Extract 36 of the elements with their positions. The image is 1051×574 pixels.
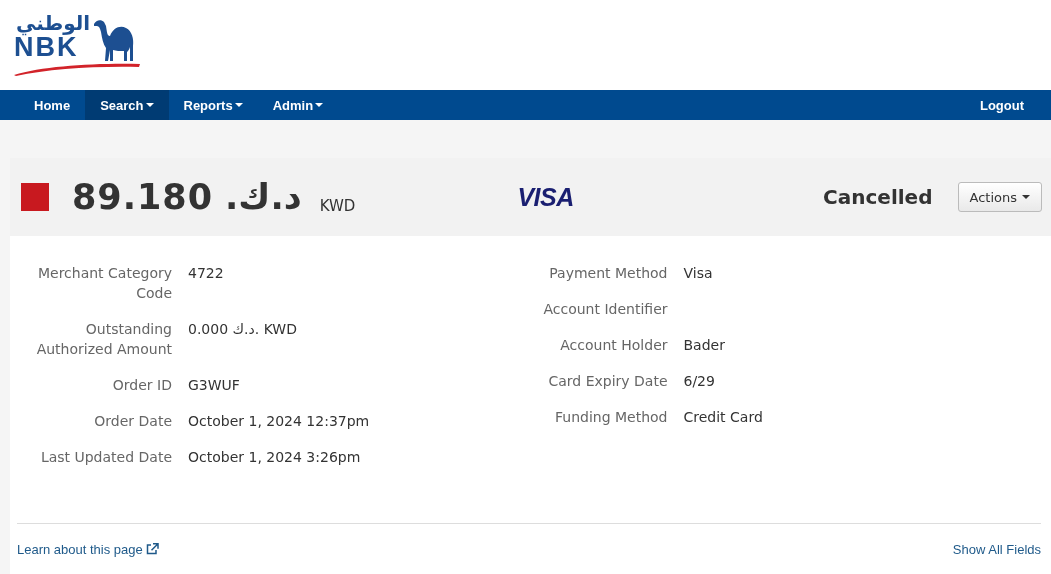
- external-link-icon: [145, 543, 159, 555]
- status-text: Cancelled: [823, 185, 933, 209]
- learn-link[interactable]: Learn about this page: [17, 541, 143, 557]
- field-label: Account Identifier: [542, 300, 669, 319]
- amount-text: 89.180: [72, 177, 214, 217]
- currency-code: KWD: [319, 197, 356, 215]
- logo-text: NBK: [14, 34, 79, 60]
- field-label: Outstanding Authorized Amount: [35, 320, 173, 359]
- field-label: Order ID: [111, 376, 173, 395]
- field-value: Credit Card: [683, 408, 763, 427]
- field-value: 6/29: [683, 372, 715, 391]
- field-value: Visa: [683, 264, 713, 283]
- field-value: Bader: [683, 336, 725, 355]
- field-value: 0.000 د.ك. KWD: [188, 320, 297, 339]
- field-value: G3WUF: [188, 376, 240, 395]
- field-label: Order Date: [93, 412, 173, 431]
- nav-menu-item[interactable]: Search: [85, 90, 169, 120]
- show-all-fields-link[interactable]: Show All Fields: [952, 541, 1041, 557]
- field-label: Last Updated Date: [39, 448, 173, 467]
- field-value: October 1, 2024 12:37pm: [188, 412, 370, 431]
- logout-link[interactable]: Logout: [964, 90, 1051, 120]
- card-brand-logo: VISA: [517, 182, 574, 212]
- swoosh-icon: [14, 62, 140, 76]
- field-label: Account Holder: [559, 336, 669, 355]
- logo-arabic-text: الوطني: [16, 12, 91, 34]
- actions-button[interactable]: Actions: [957, 182, 1042, 212]
- field-label: Card Expiry Date: [547, 372, 669, 391]
- field-value: 4722: [188, 264, 224, 283]
- field-label: Payment Method: [548, 264, 669, 283]
- nav-menu-item[interactable]: Reports: [168, 90, 258, 120]
- field-label: Merchant Category Code: [36, 264, 173, 303]
- currency-symbol: د.ك.: [225, 177, 302, 217]
- nav-menu-item[interactable]: Home: [19, 90, 86, 120]
- field-value: October 1, 2024 3:26pm: [188, 448, 361, 467]
- field-label: Funding Method: [553, 408, 669, 427]
- nav-menu-item[interactable]: Admin: [257, 90, 339, 120]
